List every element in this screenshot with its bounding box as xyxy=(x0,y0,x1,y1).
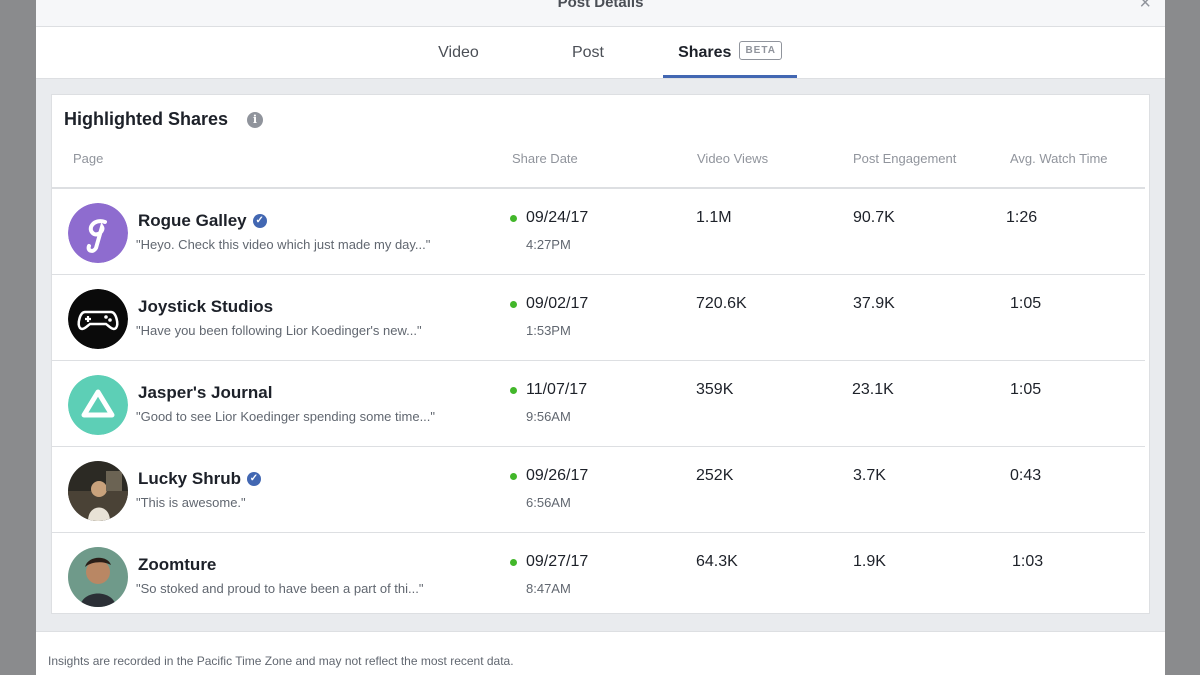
card-title: Highlighted Shares xyxy=(64,109,229,129)
video-views: 720.6K xyxy=(696,295,747,312)
col-header-share-date: Share Date xyxy=(512,151,578,166)
modal-footer: Insights are recorded in the Pacific Tim… xyxy=(36,631,1165,675)
avatar-person-photo[interactable] xyxy=(68,547,128,607)
table-row[interactable]: Jasper's Journal "Good to see Lior Koedi… xyxy=(52,361,1145,447)
table-row[interactable]: Rogue Galley ✓ "Heyo. Check this video wh… xyxy=(52,189,1145,275)
post-details-modal: Post Details × Video Post Shares BETA Hig… xyxy=(36,0,1165,675)
share-date: 11/07/17 xyxy=(526,381,588,398)
status-dot-icon xyxy=(510,387,517,394)
tab-video[interactable]: Video xyxy=(421,27,496,78)
share-time: 4:27PM xyxy=(526,237,571,252)
share-time: 1:53PM xyxy=(526,323,571,338)
status-dot-icon xyxy=(510,301,517,308)
content-area: Highlighted Shares i Page Share Date Vid… xyxy=(36,79,1165,631)
avatar-purple-g-logo[interactable] xyxy=(68,203,128,263)
col-header-avg-watch-time: Avg. Watch Time xyxy=(1010,151,1108,166)
video-views: 359K xyxy=(696,381,734,398)
share-date: 09/26/17 xyxy=(526,467,589,484)
verified-icon: ✓ xyxy=(246,471,261,486)
status-dot-icon xyxy=(510,473,517,480)
page-name: Rogue Galley xyxy=(138,211,247,230)
col-header-video-views: Video Views xyxy=(697,151,769,166)
col-header-post-engagement: Post Engagement xyxy=(853,151,957,166)
tab-post[interactable]: Post xyxy=(556,27,620,78)
video-views: 252K xyxy=(696,467,734,484)
page-name-link[interactable]: Jasper's Journal xyxy=(138,383,272,403)
video-views: 64.3K xyxy=(696,553,738,570)
table-row[interactable]: Lucky Shrub ✓ "This is awesome." 09/26/17… xyxy=(52,447,1145,533)
avatar-gamepad-logo[interactable] xyxy=(68,289,128,349)
avg-watch-time: 1:26 xyxy=(1006,209,1038,226)
page-name: Lucky Shrub xyxy=(138,469,241,488)
status-dot-icon xyxy=(510,559,517,566)
table-row[interactable]: Zoomture "So stoked and proud to have be… xyxy=(52,533,1145,618)
page-name-link[interactable]: Zoomture xyxy=(138,555,216,575)
tab-shares-label: Shares xyxy=(678,44,732,61)
post-engagement: 37.9K xyxy=(853,295,895,312)
avg-watch-time: 1:05 xyxy=(1010,295,1042,312)
tab-bar: Video Post Shares BETA xyxy=(36,27,1165,79)
info-icon[interactable]: i xyxy=(247,112,263,128)
status-dot-icon xyxy=(510,215,517,222)
share-date: 09/24/17 xyxy=(526,209,589,226)
post-engagement: 3.7K xyxy=(853,467,886,484)
avatar-triangle-logo[interactable] xyxy=(68,375,128,435)
verified-icon: ✓ xyxy=(252,213,267,228)
avatar-person-photo[interactable] xyxy=(68,461,128,521)
page-name-link[interactable]: Joystick Studios xyxy=(138,297,273,317)
share-time: 9:56AM xyxy=(526,409,571,424)
avg-watch-time: 1:05 xyxy=(1010,381,1042,398)
beta-badge: BETA xyxy=(739,41,782,61)
share-quote: "Have you been following Lior Koedinger'… xyxy=(136,323,422,338)
tab-post-label: Post xyxy=(571,44,604,61)
share-quote: "Good to see Lior Koedinger spending som… xyxy=(136,409,436,424)
tab-shares[interactable]: Shares BETA xyxy=(663,27,797,78)
page-name-link[interactable]: Lucky Shrub ✓ xyxy=(138,469,261,489)
video-views: 1.1M xyxy=(696,209,732,226)
avg-watch-time: 0:43 xyxy=(1010,467,1042,484)
col-header-page: Page xyxy=(73,151,104,166)
close-icon[interactable]: × xyxy=(1139,0,1151,15)
highlighted-shares-card: Highlighted Shares i Page Share Date Vid… xyxy=(51,94,1150,614)
table-row[interactable]: Joystick Studios "Have you been followin… xyxy=(52,275,1145,361)
post-engagement: 90.7K xyxy=(853,209,895,226)
share-quote: "So stoked and proud to have been a part… xyxy=(136,581,424,596)
share-date: 09/02/17 xyxy=(526,295,589,312)
page-name: Joystick Studios xyxy=(138,297,274,316)
share-time: 6:56AM xyxy=(526,495,571,510)
page-name-link[interactable]: Rogue Galley ✓ xyxy=(138,211,267,231)
share-quote: "This is awesome." xyxy=(136,495,246,510)
share-time: 8:47AM xyxy=(526,581,571,596)
modal-header: Post Details × xyxy=(36,0,1165,27)
post-engagement: 1.9K xyxy=(853,553,886,570)
page-name: Jasper's Journal xyxy=(138,383,273,402)
avg-watch-time: 1:03 xyxy=(1012,553,1044,570)
post-engagement: 23.1K xyxy=(852,381,894,398)
footer-note: Insights are recorded in the Pacific Tim… xyxy=(48,654,514,668)
share-quote: "Heyo. Check this video which just made … xyxy=(136,237,431,252)
tab-video-label: Video xyxy=(438,44,479,61)
modal-title: Post Details xyxy=(557,0,644,11)
share-date: 09/27/17 xyxy=(526,553,589,570)
page-name: Zoomture xyxy=(138,555,217,574)
